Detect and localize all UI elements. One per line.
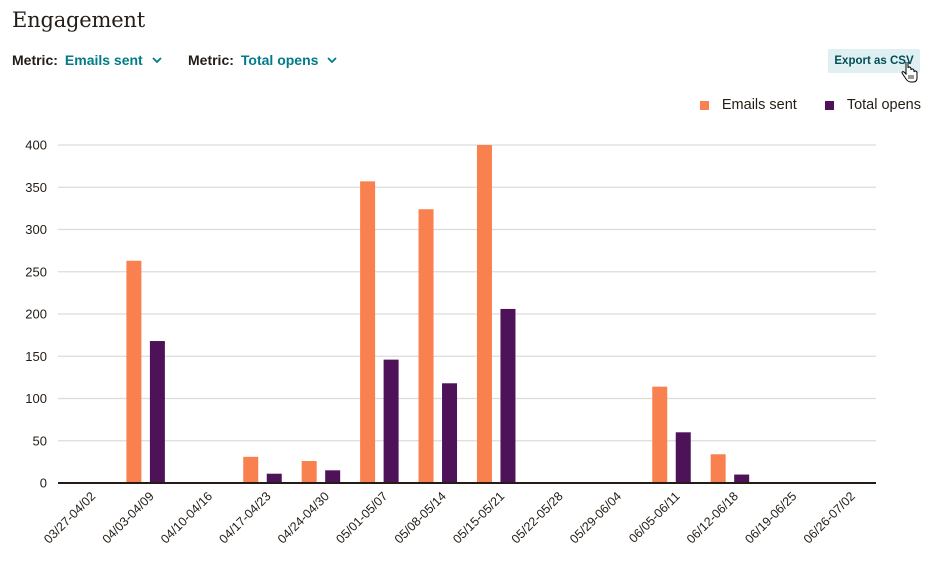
x-tick-label: 05/22-05/28 (509, 489, 566, 546)
bar-total-opens[interactable] (675, 432, 691, 483)
bar-total-opens[interactable] (149, 341, 165, 483)
x-tick-label: 06/05-06/11 (626, 489, 682, 545)
engagement-bar-chart: 0 50 100 150 200 250 300 350 400 03/27-04/02 04/03… (25, 138, 876, 546)
bar-emails-sent[interactable] (652, 386, 668, 483)
metric-label: Metric: (188, 52, 234, 68)
hand-cursor-icon (901, 62, 918, 83)
y-tick-label: 50 (33, 433, 47, 448)
bar-total-opens[interactable] (266, 473, 282, 483)
chevron-down-icon[interactable] (326, 54, 338, 66)
y-tick-label: 250 (25, 264, 47, 279)
legend-swatch-emails-sent (699, 100, 709, 110)
x-tick-label: 04/17-04/23 (217, 489, 274, 546)
metric-value[interactable]: Emails sent (65, 52, 143, 68)
x-tick-label: 05/29-06/04 (567, 489, 624, 546)
bar-emails-sent[interactable] (126, 260, 142, 483)
x-tick-label: 04/10-04/16 (158, 489, 215, 546)
x-tick-label: 06/26-07/02 (801, 489, 858, 546)
page-title: Engagement (12, 8, 145, 32)
metric-label: Metric: (12, 52, 58, 68)
x-tick-label: 04/24-04/30 (275, 489, 332, 546)
y-tick-label: 150 (25, 349, 47, 364)
bar-emails-sent[interactable] (243, 456, 259, 483)
bar-emails-sent[interactable] (360, 181, 376, 483)
metric-value[interactable]: Total opens (241, 52, 319, 68)
y-tick-label: 0 (40, 476, 47, 491)
legend-swatch-total-opens (824, 100, 834, 110)
bar-total-opens[interactable] (442, 383, 458, 483)
bar-emails-sent[interactable] (418, 209, 434, 483)
chevron-down-icon[interactable] (151, 54, 163, 66)
x-tick-label: 05/08-05/14 (392, 489, 449, 546)
metric-selector-1[interactable]: Metric: Emails sent (12, 52, 163, 68)
chart-legend: Emails sent Total opens (672, 97, 921, 113)
y-tick-label: 350 (25, 180, 47, 195)
legend-item-total-opens[interactable]: Total opens (824, 97, 921, 113)
legend-label: Total opens (846, 97, 921, 113)
legend-item-emails-sent[interactable]: Emails sent (699, 97, 797, 113)
x-tick-label: 04/03-04/09 (100, 489, 157, 546)
y-tick-label: 300 (25, 222, 47, 237)
bar-total-opens[interactable] (325, 470, 341, 483)
x-tick-label: 05/01-05/07 (333, 489, 390, 546)
bar-total-opens[interactable] (734, 474, 750, 483)
bar-total-opens[interactable] (500, 308, 516, 483)
legend-label: Emails sent (721, 97, 797, 113)
x-tick-label: 06/19-06/25 (742, 489, 799, 546)
y-tick-label: 100 (25, 391, 47, 406)
y-tick-label: 400 (25, 138, 47, 153)
bar-total-opens[interactable] (383, 359, 399, 483)
x-tick-label: 06/12-06/18 (684, 489, 741, 546)
x-tick-label: 05/15-05/21 (450, 489, 507, 546)
y-tick-label: 200 (25, 307, 47, 322)
bar-emails-sent[interactable] (710, 454, 726, 483)
bar-emails-sent[interactable] (476, 145, 492, 483)
metric-selector-2[interactable]: Metric: Total opens (188, 52, 338, 68)
bar-emails-sent[interactable] (301, 461, 317, 483)
x-tick-label: 03/27-04/02 (41, 489, 98, 546)
